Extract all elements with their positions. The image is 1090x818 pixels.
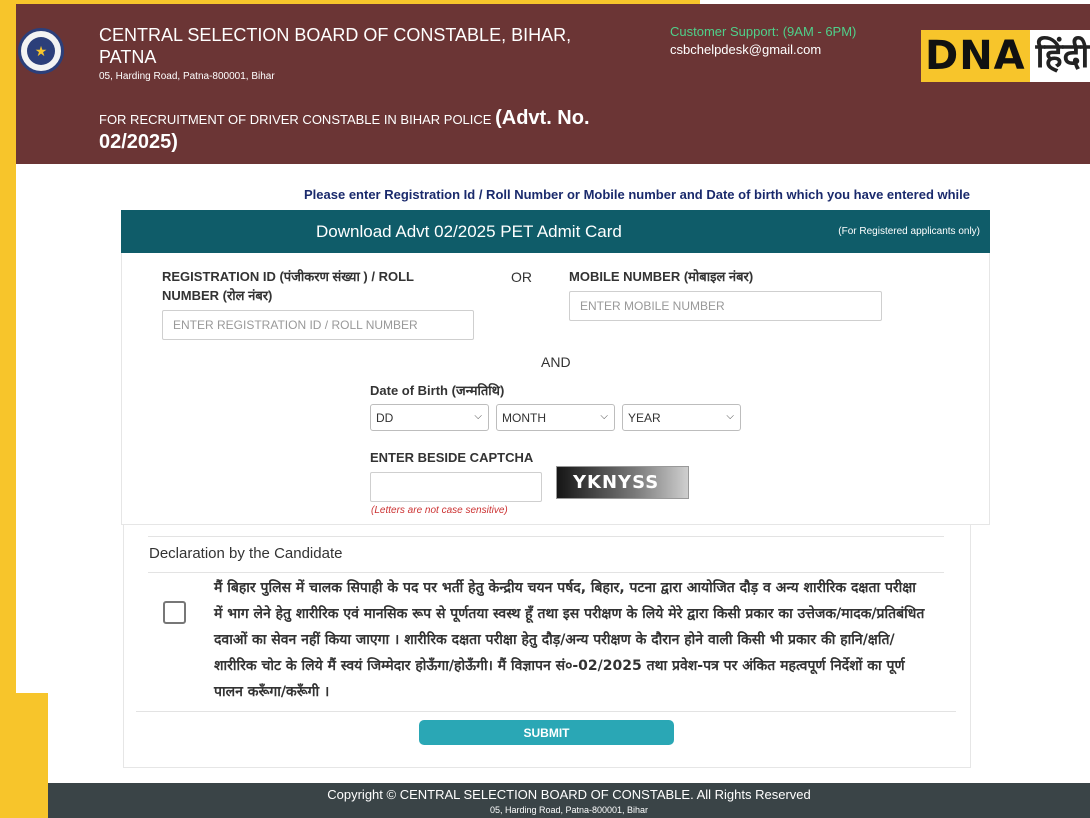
support-email: csbchelpdesk@gmail.com [670,42,822,57]
captcha-image: YKNYSS [556,466,689,499]
watermark-latin: DNA [921,30,1030,82]
customer-support-label: Customer Support: (9AM - 6PM) [670,24,857,39]
chevron-down-icon: ⌵ [600,411,608,422]
divider [148,572,944,573]
instruction-text: Please enter Registration Id / Roll Numb… [304,187,971,202]
mobile-label: MOBILE NUMBER (मोबाइल नंबर) [569,269,754,284]
divider [136,711,956,712]
dob-month-select[interactable]: MONTH ⌵ [496,404,615,431]
dob-year-select[interactable]: YEAR ⌵ [622,404,741,431]
declaration-title: Declaration by the Candidate [149,545,343,562]
card-note: (For Registered applicants only) [838,226,980,237]
captcha-text: YKNYSS [573,472,660,493]
card-title: Download Advt 02/2025 PET Admit Card [316,222,622,241]
or-text: OR [511,269,532,285]
captcha-label: ENTER BESIDE CAPTCHA [370,450,534,465]
site-header: ★ CENTRAL SELECTION BOARD OF CONSTABLE, … [16,4,1090,164]
watermark-hindi: हिंदी [1029,30,1090,82]
declaration-checkbox[interactable] [163,601,186,624]
registration-label: REGISTRATION ID (पंजीकरण संख्या ) / ROLL… [162,269,414,303]
submit-button[interactable]: SUBMIT [419,720,674,745]
captcha-input[interactable] [370,472,542,502]
recruitment-line: FOR RECRUITMENT OF DRIVER CONSTABLE IN B… [99,107,619,155]
divider [148,536,944,537]
recruitment-prefix: FOR RECRUITMENT OF DRIVER CONSTABLE IN B… [99,112,492,127]
card-header: Download Advt 02/2025 PET Admit Card (Fo… [121,210,990,253]
frame-corner-block [0,693,48,818]
footer-copyright: Copyright © CENTRAL SELECTION BOARD OF C… [327,787,811,802]
chevron-down-icon: ⌵ [474,411,482,422]
emblem-icon: ★ [18,28,64,74]
chevron-down-icon: ⌵ [726,411,734,422]
board-title: CENTRAL SELECTION BOARD OF CONSTABLE, BI… [99,25,572,67]
dob-day-select[interactable]: DD ⌵ [370,404,489,431]
and-text: AND [541,354,571,370]
dna-hindi-watermark: DNA हिंदी [921,30,1090,82]
mobile-input[interactable] [569,291,882,321]
dob-day-value: DD [376,410,394,425]
site-footer: Copyright © CENTRAL SELECTION BOARD OF C… [48,783,1090,818]
declaration-text: मैं बिहार पुलिस में चालक सिपाही के पद पर… [214,580,925,700]
dob-month-value: MONTH [502,410,546,425]
registration-input[interactable] [162,310,474,340]
dob-label: Date of Birth (जन्मतिथि) [370,383,505,398]
captcha-hint: (Letters are not case sensitive) [371,505,508,516]
dob-year-value: YEAR [628,410,661,425]
footer-address: 05, Harding Road, Patna-800001, Bihar [489,805,649,815]
board-address: 05, Harding Road, Patna-800001, Bihar [99,71,275,82]
